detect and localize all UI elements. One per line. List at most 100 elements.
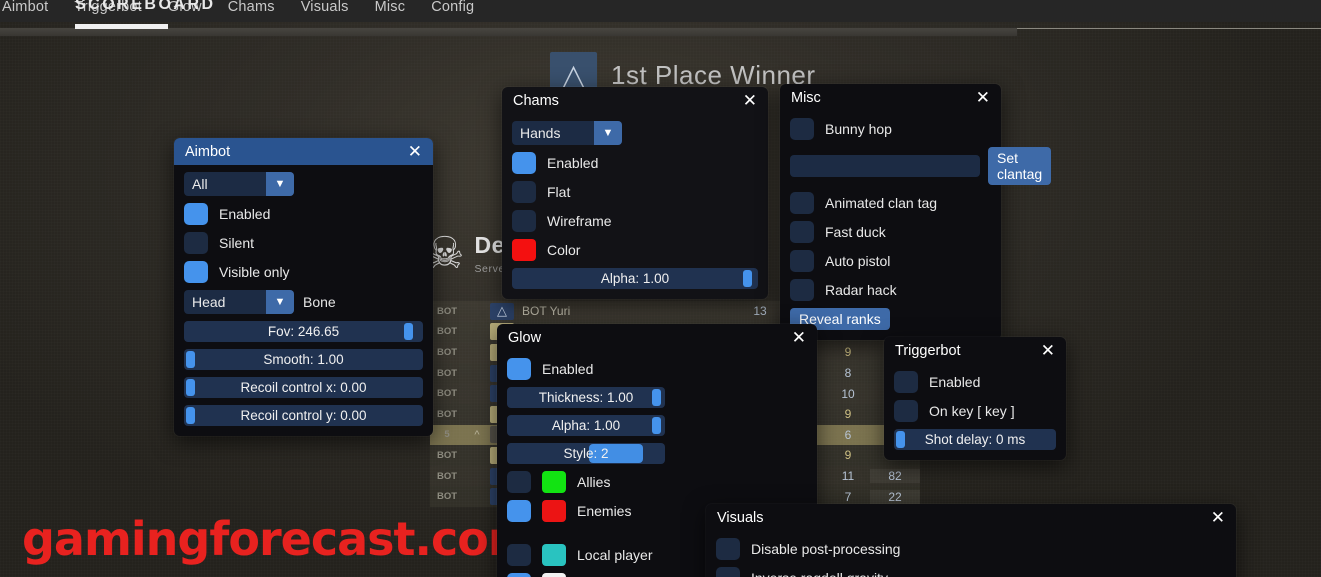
slider-knob[interactable]	[652, 417, 662, 434]
close-icon[interactable]: ✕	[741, 92, 759, 109]
slider-knob[interactable]	[186, 351, 196, 368]
triggerbot-on-key-checkbox[interactable]	[894, 400, 918, 422]
nav-item-chams[interactable]: Chams	[228, 0, 275, 15]
chams-enabled-row[interactable]: Enabled	[512, 152, 758, 174]
misc-animated-clantag-checkbox[interactable]	[790, 192, 814, 214]
glow-enemies-label: Enemies	[577, 503, 632, 519]
misc-bunny-hop-checkbox[interactable]	[790, 118, 814, 140]
triggerbot-enabled-checkbox[interactable]	[894, 371, 918, 393]
glow-style-slider[interactable]: Style: 2	[507, 443, 665, 464]
chams-material-value: Hands	[520, 125, 561, 141]
chams-wireframe-row[interactable]: Wireframe	[512, 210, 758, 232]
chams-title-bar[interactable]: Chams ✕	[502, 87, 768, 114]
misc-auto-pistol-row[interactable]: Auto pistol	[790, 250, 991, 272]
glow-weapons-checkbox[interactable]	[507, 573, 531, 577]
chevron-down-icon[interactable]: ▼	[266, 172, 294, 196]
glow-alpha-label: Alpha: 1.00	[551, 418, 621, 433]
aimbot-target-dropdown[interactable]: All ▼	[184, 172, 294, 196]
aimbot-fov-slider[interactable]: Fov: 246.65	[184, 321, 423, 342]
glow-enabled-checkbox[interactable]	[507, 358, 531, 380]
close-icon[interactable]: ✕	[1039, 342, 1057, 359]
chams-color-row[interactable]: Color	[512, 239, 758, 261]
aimbot-bone-dropdown[interactable]: Head ▼	[184, 290, 294, 314]
aimbot-visible-only-checkbox[interactable]	[184, 261, 208, 283]
window-visuals[interactable]: Visuals ✕ Disable post-processing Invers…	[706, 504, 1236, 577]
close-icon[interactable]: ✕	[406, 143, 424, 160]
window-aimbot[interactable]: Aimbot ✕ All ▼ Enabled Silent Visible on…	[174, 138, 433, 436]
aimbot-enabled-row[interactable]: Enabled	[184, 203, 423, 225]
misc-radar-hack-row[interactable]: Radar hack	[790, 279, 991, 301]
glow-alpha-slider[interactable]: Alpha: 1.00	[507, 415, 665, 436]
slider-knob[interactable]	[652, 389, 662, 406]
chams-material-dropdown[interactable]: Hands ▼	[512, 121, 622, 145]
triggerbot-title-bar[interactable]: Triggerbot ✕	[884, 337, 1066, 364]
glow-enemies-color-swatch[interactable]	[542, 500, 566, 522]
nav-item-config[interactable]: Config	[431, 0, 474, 15]
chevron-down-icon[interactable]: ▼	[266, 290, 294, 314]
glow-local-player-row[interactable]: Local player	[507, 544, 653, 566]
triggerbot-on-key-row[interactable]: On key [ key ]	[894, 400, 1056, 422]
visuals-disable-post-processing-checkbox[interactable]	[716, 538, 740, 560]
misc-fast-duck-row[interactable]: Fast duck	[790, 221, 991, 243]
aimbot-smooth-slider[interactable]: Smooth: 1.00	[184, 349, 423, 370]
glow-local-player-checkbox[interactable]	[507, 544, 531, 566]
misc-animated-clantag-label: Animated clan tag	[825, 195, 938, 211]
glow-weapons-color-swatch[interactable]	[542, 573, 566, 577]
visuals-title-bar[interactable]: Visuals ✕	[706, 504, 1236, 531]
glow-enemies-row[interactable]: Enemies	[507, 500, 665, 522]
chams-color-swatch[interactable]	[512, 239, 536, 261]
clantag-input[interactable]	[790, 155, 980, 177]
chams-flat-row[interactable]: Flat	[512, 181, 758, 203]
glow-thickness-slider[interactable]: Thickness: 1.00	[507, 387, 665, 408]
aimbot-recoil-x-slider[interactable]: Recoil control x: 0.00	[184, 377, 423, 398]
glow-allies-checkbox[interactable]	[507, 471, 531, 493]
glow-local-player-color-swatch[interactable]	[542, 544, 566, 566]
slider-knob[interactable]	[895, 431, 905, 448]
glow-enemies-checkbox[interactable]	[507, 500, 531, 522]
nav-item-aimbot[interactable]: Aimbot	[2, 0, 48, 15]
glow-allies-color-swatch[interactable]	[542, 471, 566, 493]
misc-auto-pistol-checkbox[interactable]	[790, 250, 814, 272]
glow-title-bar[interactable]: Glow ✕	[497, 324, 817, 351]
misc-clantag-row[interactable]: Set clantag	[790, 147, 1052, 185]
visuals-disable-post-processing-row[interactable]: Disable post-processing	[716, 538, 928, 560]
set-clantag-button[interactable]: Set clantag	[988, 147, 1052, 185]
window-misc[interactable]: Misc ✕ Bunny hop Set clantag Animated cl…	[780, 84, 1052, 340]
slider-knob[interactable]	[186, 407, 196, 424]
misc-radar-hack-checkbox[interactable]	[790, 279, 814, 301]
triggerbot-shot-delay-slider[interactable]: Shot delay: 0 ms	[894, 429, 1056, 450]
nav-item-visuals[interactable]: Visuals	[301, 0, 349, 15]
slider-knob[interactable]	[186, 379, 196, 396]
visuals-inverse-ragdoll-checkbox[interactable]	[716, 567, 740, 577]
glow-enabled-row[interactable]: Enabled	[507, 358, 665, 380]
misc-title-bar[interactable]: Misc ✕	[780, 84, 1001, 111]
aimbot-visible-only-row[interactable]: Visible only	[184, 261, 423, 283]
triggerbot-enabled-row[interactable]: Enabled	[894, 371, 1056, 393]
misc-bunny-hop-row[interactable]: Bunny hop	[790, 118, 991, 140]
slider-knob[interactable]	[743, 270, 753, 287]
aimbot-title-bar[interactable]: Aimbot ✕	[174, 138, 433, 165]
chams-wireframe-checkbox[interactable]	[512, 210, 536, 232]
chams-enabled-checkbox[interactable]	[512, 152, 536, 174]
aimbot-silent-checkbox[interactable]	[184, 232, 208, 254]
close-icon[interactable]: ✕	[790, 329, 808, 346]
close-icon[interactable]: ✕	[1209, 509, 1227, 526]
glow-style-label: Style: 2	[563, 446, 609, 461]
glow-weapons-row[interactable]: Weapons	[507, 573, 636, 577]
aimbot-bone-row[interactable]: Head ▼ Bone	[184, 290, 423, 314]
chams-flat-checkbox[interactable]	[512, 181, 536, 203]
visuals-inverse-ragdoll-row[interactable]: Inverse ragdoll gravity	[716, 567, 928, 577]
glow-allies-row[interactable]: Allies	[507, 471, 665, 493]
nav-item-misc[interactable]: Misc	[375, 0, 406, 15]
misc-fast-duck-checkbox[interactable]	[790, 221, 814, 243]
chams-alpha-slider[interactable]: Alpha: 1.00	[512, 268, 758, 289]
aimbot-silent-row[interactable]: Silent	[184, 232, 423, 254]
close-icon[interactable]: ✕	[974, 89, 992, 106]
window-chams[interactable]: Chams ✕ Hands ▼ Enabled Flat Wireframe C…	[502, 87, 768, 299]
slider-knob[interactable]	[403, 323, 413, 340]
aimbot-enabled-checkbox[interactable]	[184, 203, 208, 225]
window-triggerbot[interactable]: Triggerbot ✕ Enabled On key [ key ] Shot…	[884, 337, 1066, 460]
aimbot-recoil-y-slider[interactable]: Recoil control y: 0.00	[184, 405, 423, 426]
chevron-down-icon[interactable]: ▼	[594, 121, 622, 145]
misc-animated-clantag-row[interactable]: Animated clan tag	[790, 192, 991, 214]
